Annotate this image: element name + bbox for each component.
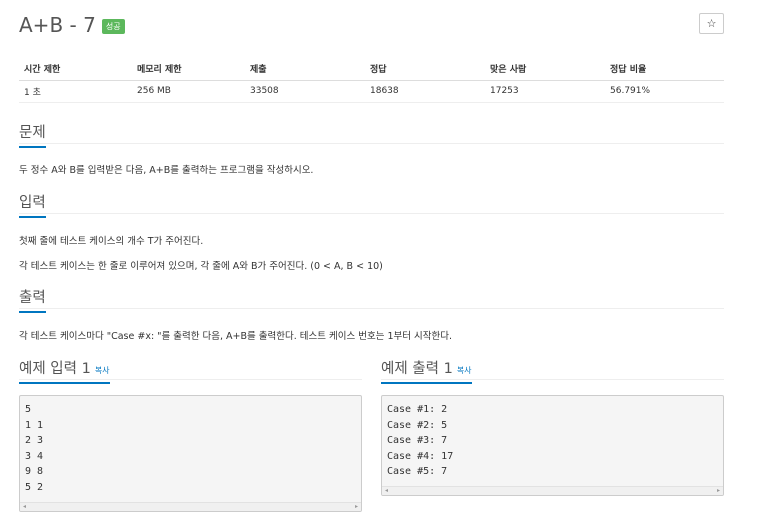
problem-description: 두 정수 A와 B를 입력받은 다음, A+B를 출력하는 프로그램을 작성하시… — [19, 165, 314, 176]
section-divider — [381, 379, 724, 380]
scroll-left-icon[interactable]: ◂ — [385, 487, 388, 495]
header-solved-users: 맞은 사람 — [485, 58, 605, 81]
header-accept-ratio: 정답 비율 — [605, 58, 724, 81]
header-accepted: 정답 — [365, 58, 485, 81]
scroll-right-icon[interactable]: ▸ — [355, 503, 358, 511]
sample-input-content: 5 1 1 2 3 3 4 9 8 5 2 — [25, 404, 44, 493]
memory-limit-value: 256 MB — [132, 80, 245, 103]
section-divider — [19, 308, 724, 309]
submissions-value: 33508 — [245, 80, 365, 103]
table-header-row: 시간 제한 메모리 제한 제출 정답 맞은 사람 정답 비율 — [19, 58, 724, 81]
solved-users-value: 17253 — [485, 80, 605, 103]
page-title: A+B - 7 — [19, 13, 96, 37]
header-memory-limit: 메모리 제한 — [132, 58, 245, 81]
output-description: 각 테스트 케이스마다 "Case #x: "를 출력한 다음, A+B를 출력… — [19, 331, 453, 342]
section-divider — [19, 143, 724, 144]
header-submissions: 제출 — [245, 58, 365, 81]
sample-input-title: 예제 입력 1 — [19, 361, 91, 377]
table-row: 1 초 256 MB 33508 18638 17253 56.791% — [19, 80, 724, 103]
horizontal-scrollbar[interactable]: ◂ ▸ — [20, 502, 361, 511]
sample-output-box[interactable]: Case #1: 2 Case #2: 5 Case #3: 7 Case #4… — [381, 395, 724, 496]
star-icon: ☆ — [706, 17, 717, 30]
copy-sample-input-link[interactable]: 복사 — [95, 366, 110, 375]
section-divider — [19, 379, 362, 380]
section-divider — [19, 213, 724, 214]
problem-info-table: 시간 제한 메모리 제한 제출 정답 맞은 사람 정답 비율 1 초 256 M… — [19, 58, 724, 103]
input-description-line-2: 각 테스트 케이스는 한 줄로 이루어져 있으며, 각 줄에 A와 B가 주어진… — [19, 261, 383, 272]
status-badge: 성공 — [101, 18, 125, 34]
horizontal-scrollbar[interactable]: ◂ ▸ — [382, 486, 723, 495]
accepted-value: 18638 — [365, 80, 485, 103]
sample-output-content: Case #1: 2 Case #2: 5 Case #3: 7 Case #4… — [387, 404, 454, 478]
copy-sample-output-link[interactable]: 복사 — [457, 366, 472, 375]
star-button[interactable]: ☆ — [699, 13, 724, 34]
input-description-line-1: 첫째 줄에 테스트 케이스의 개수 T가 주어진다. — [19, 236, 204, 247]
scroll-right-icon[interactable]: ▸ — [717, 487, 720, 495]
time-limit-value: 1 초 — [19, 80, 132, 103]
problem-header: A+B - 7 성공 — [19, 12, 125, 38]
scroll-left-icon[interactable]: ◂ — [23, 503, 26, 511]
sample-output-title: 예제 출력 1 — [381, 361, 453, 377]
accept-ratio-value: 56.791% — [605, 80, 724, 103]
sample-input-box[interactable]: 5 1 1 2 3 3 4 9 8 5 2 ◂ ▸ — [19, 395, 362, 512]
header-time-limit: 시간 제한 — [19, 58, 132, 81]
